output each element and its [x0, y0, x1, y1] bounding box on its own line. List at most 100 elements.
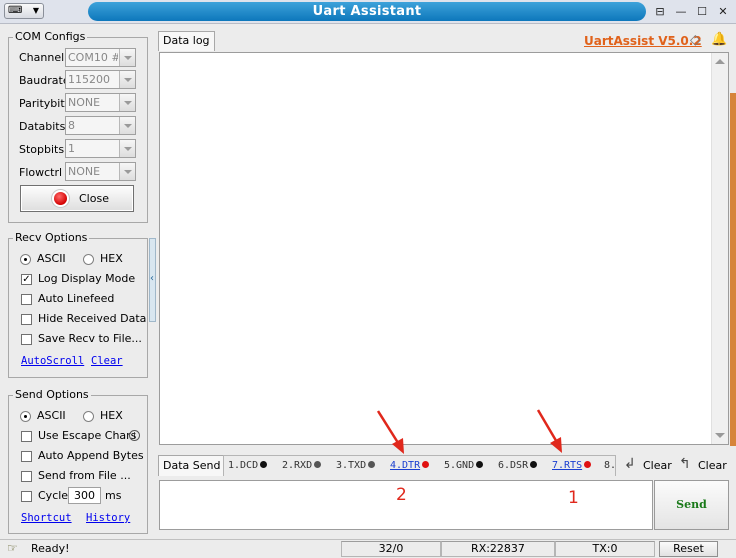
signal-dsr[interactable]: 6.DSR — [498, 459, 538, 473]
reset-button[interactable]: Reset — [659, 541, 718, 557]
send-options-group: Send Options ASCII HEX Use Escape Chars … — [8, 388, 148, 534]
signal-dtr[interactable]: 4.DTR — [390, 459, 430, 473]
send-button[interactable]: Send — [654, 480, 729, 530]
window-title: Uart Assistant — [88, 2, 646, 21]
cycle-interval-input[interactable]: 300 — [68, 487, 101, 504]
clear-send-icon[interactable]: ↰ — [679, 456, 691, 472]
stopbits-select[interactable]: 1 — [65, 139, 136, 158]
tab-data-send[interactable]: Data Send — [158, 455, 226, 476]
history-link[interactable]: History — [86, 512, 130, 525]
close-port-button[interactable]: Close — [20, 185, 134, 212]
signal-rxd[interactable]: 2.RXD — [282, 459, 322, 473]
clear-recv-button[interactable]: Clear — [643, 459, 672, 473]
signal-txd[interactable]: 3.TXD — [336, 459, 376, 473]
signal-gnd-led-icon — [476, 461, 484, 468]
chevron-down-icon — [119, 94, 135, 111]
hide-received-data-label: Hide Received Data — [38, 312, 147, 325]
pin-icon[interactable]: ⊟ — [651, 4, 669, 19]
clear-recv-icon[interactable]: ↲ — [624, 456, 636, 472]
paritybits-select[interactable]: NONE — [65, 93, 136, 112]
diamond-icon[interactable]: ◇ — [690, 32, 701, 48]
minimize-button[interactable]: — — [672, 4, 690, 19]
scroll-down-icon[interactable] — [715, 433, 725, 438]
clear-send-button[interactable]: Clear — [698, 459, 727, 473]
chevron-left-icon: ‹ — [150, 273, 154, 284]
signal-rxd-label: 2.RXD — [282, 460, 313, 471]
save-recv-to-file-label: Save Recv to File... — [38, 332, 142, 345]
baudrate-select[interactable]: 115200 — [65, 70, 136, 89]
scroll-up-icon[interactable] — [715, 59, 725, 64]
version-link[interactable]: UartAssist V5.0.2 — [584, 33, 702, 49]
chevron-down-icon — [119, 71, 135, 88]
signal-rts[interactable]: 7.RTS — [552, 459, 592, 473]
databits-select[interactable]: 8 — [65, 116, 136, 135]
chevron-down-icon — [119, 117, 135, 134]
hand-icon: ☞ — [7, 541, 18, 555]
auto-linefeed-checkbox[interactable] — [21, 294, 32, 305]
com-configs-title: COM Configs — [13, 30, 88, 44]
cycle-checkbox[interactable] — [21, 491, 32, 502]
recv-clear-link[interactable]: Clear — [91, 355, 123, 368]
minimize-icon: — — [675, 5, 687, 18]
recv-ascii-radio[interactable] — [20, 254, 31, 265]
signal-gnd[interactable]: 5.GND — [444, 459, 484, 473]
send-from-file-checkbox[interactable] — [21, 471, 32, 482]
tab-data-log[interactable]: Data log — [158, 31, 215, 51]
log-display-mode-checkbox[interactable]: ✓ — [21, 274, 32, 285]
auto-linefeed-label: Auto Linefeed — [38, 292, 115, 305]
signal-txd-led-icon — [368, 461, 376, 468]
channel-select[interactable]: COM10 #U — [65, 48, 136, 67]
panel-collapse-handle[interactable]: ‹ — [149, 238, 156, 322]
signal-rts-led-icon — [584, 461, 592, 468]
close-window-button[interactable]: ✕ — [714, 4, 732, 19]
recv-hex-radio[interactable] — [83, 254, 94, 265]
data-log-scrollbar[interactable] — [711, 53, 728, 444]
status-counter: 32/0 — [341, 541, 441, 557]
info-icon[interactable]: i — [129, 430, 140, 441]
send-options-title: Send Options — [13, 388, 91, 402]
flowctrl-select[interactable]: NONE — [65, 162, 136, 181]
chevron-down-icon — [119, 49, 135, 66]
chevron-down-icon — [119, 140, 135, 157]
signal-8[interactable]: 8. — [604, 459, 616, 473]
signal-8-label: 8. — [604, 460, 617, 471]
databits-value: 8 — [68, 119, 75, 132]
data-log-textarea[interactable] — [159, 52, 729, 445]
cycle-unit-label: ms — [105, 489, 122, 502]
auto-append-bytes-label: Auto Append Bytes — [38, 449, 144, 462]
status-rx: RX:22837 — [441, 541, 555, 557]
hide-received-data-checkbox[interactable] — [21, 314, 32, 325]
send-hex-radio[interactable] — [83, 411, 94, 422]
cycle-label: Cycle — [38, 489, 69, 502]
signal-dtr-label: 4.DTR — [390, 460, 421, 471]
flowctrl-label: Flowctrl — [19, 166, 63, 179]
recv-hex-label: HEX — [100, 252, 123, 265]
bell-icon[interactable]: 🔔 — [711, 32, 727, 48]
signal-rts-label: 7.RTS — [552, 460, 583, 471]
autoscroll-link[interactable]: AutoScroll — [21, 355, 84, 368]
send-hex-label: HEX — [100, 409, 123, 422]
signal-dcd[interactable]: 1.DCD — [228, 459, 268, 473]
annotation-arrow-1 — [536, 409, 562, 453]
channel-value: COM10 #U — [68, 51, 118, 64]
close-icon: ✕ — [718, 5, 728, 18]
recv-options-title: Recv Options — [13, 231, 90, 245]
system-menu-button[interactable]: ⌨ ▼ — [4, 3, 44, 19]
port-status-led-icon — [54, 192, 67, 205]
recv-ascii-label: ASCII — [37, 252, 66, 265]
maximize-button[interactable]: ☐ — [693, 4, 711, 19]
signal-gnd-label: 5.GND — [444, 460, 475, 471]
send-ascii-radio[interactable] — [20, 411, 31, 422]
maximize-icon: ☐ — [697, 5, 707, 18]
send-ascii-label: ASCII — [37, 409, 66, 422]
auto-append-bytes-checkbox[interactable] — [21, 451, 32, 462]
baudrate-value: 115200 — [68, 73, 110, 86]
signal-rxd-led-icon — [314, 461, 322, 468]
log-display-mode-label: Log Display Mode — [38, 272, 136, 285]
use-escape-chars-checkbox[interactable] — [21, 431, 32, 442]
signal-dtr-led-icon — [422, 461, 430, 468]
save-recv-to-file-checkbox[interactable] — [21, 334, 32, 345]
shortcut-link[interactable]: Shortcut — [21, 512, 72, 525]
annotation-label-2: 2 — [396, 485, 407, 505]
signal-dcd-led-icon — [260, 461, 268, 468]
